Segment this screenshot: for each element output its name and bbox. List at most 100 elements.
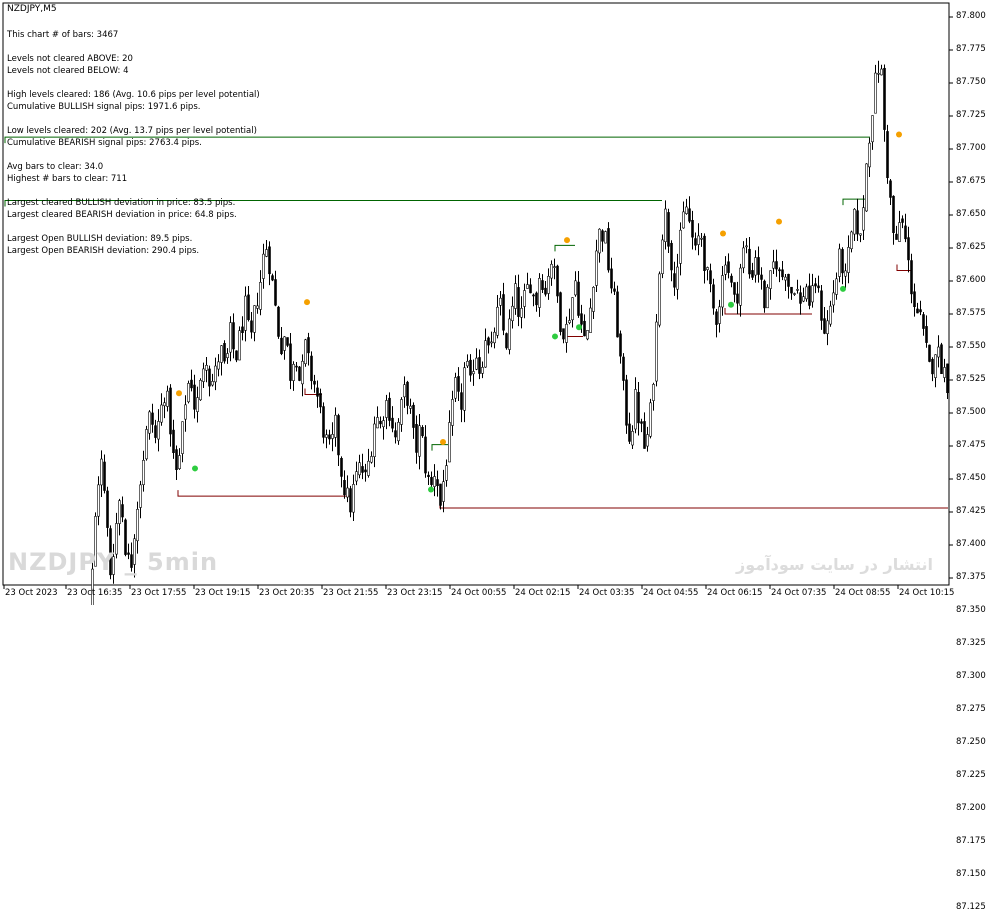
bearish-candle [778,269,781,272]
bearish-candle [625,379,628,426]
bullish-candle [244,295,247,331]
bullish-candle [766,286,769,309]
bearish-candle [730,275,733,283]
price-tick-label: 87.550 [956,341,986,351]
price-tick-label: 87.300 [956,671,986,681]
bearish-candle [505,333,508,349]
bearish-candle [823,318,826,334]
stats-line: Largest Open BEARISH deviation: 290.4 pi… [7,246,200,256]
bullish-candle [376,417,379,429]
bullish-candle [850,231,853,250]
bullish-candle [685,206,688,214]
price-tick-label: 87.200 [956,803,986,813]
price-tick-label: 87.400 [956,539,986,549]
time-tick-label: 24 Oct 02:15 [515,588,571,598]
bullish-candle [499,297,502,306]
bearish-candle [610,268,613,289]
bearish-candle [628,423,631,442]
bearish-signal-dot [720,230,726,237]
bullish-candle [838,248,841,277]
bearish-candle [910,260,913,295]
bearish-candle [424,436,427,474]
bearish-candle [121,504,124,518]
bullish-candle [631,430,634,446]
price-tick-label: 87.725 [956,110,986,120]
bearish-candle [541,280,544,290]
bullish-candle [433,476,436,487]
bearish-candle [544,287,547,295]
bullish-candle [400,399,403,425]
bullish-candle [724,264,727,275]
bullish-candle [835,278,838,295]
bearish-signal-dot [176,390,182,397]
bullish-candle [553,266,556,268]
bearish-candle [892,195,895,233]
bearish-candle [328,434,331,440]
chart-symbol-label: NZDJPY,M5 [7,4,57,14]
bearish-candle [295,365,298,368]
bearish-candle [637,391,640,424]
bullish-candle [352,484,355,513]
bearish-signal-dot [304,299,310,306]
bearish-candle [733,282,736,295]
bullish-candle [199,380,202,401]
bullish-candle [589,307,592,333]
bullish-candle [481,367,484,374]
stats-line: Low levels cleared: 202 (Avg. 13.7 pips … [7,126,257,136]
bearish-candle [412,404,415,428]
bullish-candle [706,267,709,270]
bearish-candle [460,392,463,410]
bearish-candle [379,420,382,425]
stats-line: Cumulative BEARISH signal pips: 2763.4 p… [7,138,202,148]
bearish-candle [643,421,646,449]
bearish-signal-dot [440,439,446,446]
bullish-candle [304,339,307,365]
bullish-candle [493,331,496,344]
watermark-site: انتشار در سایت سودآموز [736,555,933,574]
bullish-candle [145,429,148,460]
time-tick-label: 24 Oct 10:15 [899,588,955,598]
bullish-candle [367,460,370,476]
bearish-candle [310,355,313,382]
bearish-candle [709,270,712,285]
bearish-candle [817,285,820,289]
bearish-candle [691,219,694,238]
bullish-candle [769,270,772,289]
bullish-candle [472,371,475,375]
bearish-candle [421,427,424,437]
bullish-candle [355,471,358,482]
bearish-candle [925,326,928,343]
bearish-candle [298,366,301,381]
bearish-candle [223,343,226,362]
bearish-candle [886,131,889,179]
bearish-candle [487,337,490,346]
bearish-candle [760,274,763,280]
bearish-candle [619,333,622,357]
time-tick-label: 24 Oct 00:55 [451,588,507,598]
bullish-candle [568,320,571,324]
bearish-candle [622,356,625,381]
bearish-candle [232,322,235,350]
bullish-candle [679,229,682,264]
bullish-candle [526,284,529,289]
bullish-candle [592,287,595,312]
time-tick-label: 23 Oct 19:15 [195,588,251,598]
bullish-candle [382,420,385,428]
bullish-candle [100,458,103,486]
bullish-candle [520,307,523,318]
bullish-candle [301,360,304,385]
bullish-candle [658,273,661,326]
bullish-candle [646,434,649,447]
time-tick-label: 23 Oct 2023 [5,588,58,598]
bearish-candle [406,381,409,406]
bullish-candle [196,397,199,412]
bearish-candle [601,230,604,242]
stats-line: Largest Open BULLISH deviation: 89.5 pip… [7,234,193,244]
bearish-candle [469,359,472,376]
trading-chart[interactable]: NZDJPY,M5 This chart # of bars: 3467 Leve… [0,0,991,912]
bearish-candle [889,180,892,198]
bullish-signal-dot [428,486,434,493]
bearish-candle [151,412,154,425]
bullish-candle [682,211,685,229]
bearish-candle [583,320,586,337]
